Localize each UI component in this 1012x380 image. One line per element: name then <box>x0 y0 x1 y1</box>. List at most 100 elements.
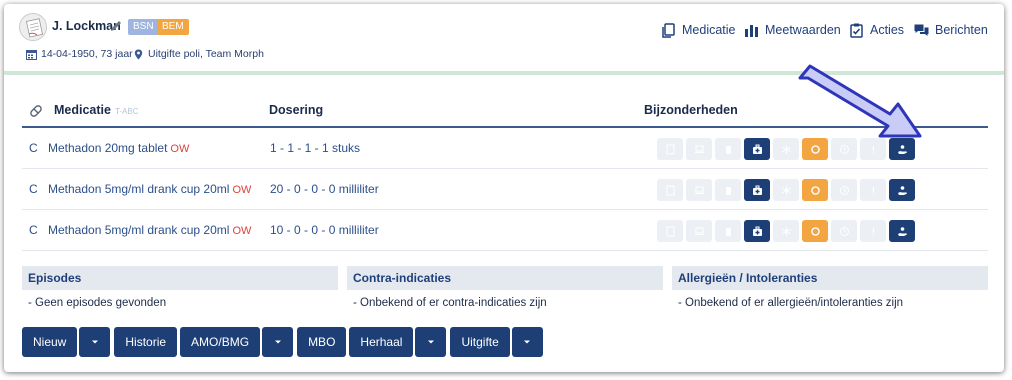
bar-chart-icon <box>745 24 758 37</box>
copy-icon <box>662 22 675 38</box>
exclamation-icon <box>872 145 874 154</box>
document-icon <box>666 185 674 195</box>
medkit-button[interactable] <box>744 220 770 242</box>
annotation-arrow <box>798 64 922 138</box>
pill-icon <box>30 105 42 117</box>
document-button[interactable] <box>657 179 683 201</box>
map-pin-icon <box>134 49 143 59</box>
document-button[interactable] <box>657 220 683 242</box>
caret-down-icon <box>427 340 434 344</box>
allergies-title: Allergieën / Intoleranties <box>672 266 988 290</box>
table-row[interactable]: C Methadon 5mg/ml drank cup 20ml OW 10 - … <box>22 210 988 251</box>
hand-holding-icon <box>897 185 907 195</box>
medication-name-link[interactable]: Methadon 5mg/ml drank cup 20ml OW <box>48 182 251 196</box>
calendar-icon <box>26 49 37 60</box>
uitgifte-button[interactable]: Uitgifte <box>450 327 510 357</box>
exclamation-icon <box>872 227 874 236</box>
clock-icon <box>839 144 849 154</box>
bin-icon <box>725 186 731 195</box>
mbo-button[interactable]: MBO <box>297 327 347 357</box>
laptop-button[interactable] <box>686 179 712 201</box>
laptop-button[interactable] <box>686 138 712 160</box>
laptop-icon <box>694 145 704 153</box>
hand-dispense-button[interactable] <box>889 179 915 201</box>
row-code: C <box>29 182 38 196</box>
circle-icon <box>810 185 820 195</box>
patient-avatar[interactable] <box>19 13 47 41</box>
medkit-icon <box>752 185 762 195</box>
circle-status-button[interactable] <box>802 220 828 242</box>
header-bijzonderheden: Bijzonderheden <box>644 103 738 117</box>
snowflake-button[interactable] <box>773 179 799 201</box>
medkit-button[interactable] <box>744 179 770 201</box>
patient-location: Uitgifte poli, Team Morph <box>133 48 264 60</box>
bin-icon <box>725 227 731 236</box>
bsn-badge: BSN <box>128 19 159 35</box>
episodes-text: - Geen episodes gevonden <box>28 297 167 309</box>
table-row[interactable]: C Methadon 5mg/ml drank cup 20ml OW 20 - … <box>22 169 988 210</box>
caret-down-icon <box>524 340 531 344</box>
avatar-document-icon <box>20 14 46 40</box>
clock-button[interactable] <box>831 179 857 201</box>
patient-dob: 14-04-1950, 73 jaar <box>26 48 133 60</box>
snowflake-icon <box>781 226 791 236</box>
laptop-button[interactable] <box>686 220 712 242</box>
circle-icon <box>810 144 820 154</box>
nieuw-dropdown-button[interactable] <box>79 327 111 357</box>
bin-icon <box>725 145 731 154</box>
nav-acties[interactable]: Acties <box>849 21 904 39</box>
nav-medicatie[interactable]: Medicatie <box>661 21 736 39</box>
hand-holding-icon <box>897 144 907 154</box>
ow-flag: OW <box>232 225 252 237</box>
herhaal-button[interactable]: Herhaal <box>349 327 414 357</box>
historie-button[interactable]: Historie <box>114 327 178 357</box>
snowflake-icon <box>781 144 791 154</box>
medication-name-link[interactable]: Methadon 20mg tablet OW <box>48 141 189 155</box>
document-icon <box>666 144 674 154</box>
bin-button[interactable] <box>715 220 741 242</box>
medkit-icon <box>752 144 762 154</box>
document-button[interactable] <box>657 138 683 160</box>
header-dosering: Dosering <box>269 103 324 117</box>
clock-icon <box>839 226 849 236</box>
nav-berichten-label: Berichten <box>935 23 988 37</box>
header-medicatie-sub: T-ABC <box>114 107 139 116</box>
contra-indications-panel: Contra-indicaties - Onbekend of er contr… <box>347 266 663 314</box>
row-dosage: 20 - 0 - 0 - 0 milliliter <box>270 182 379 196</box>
contra-indications-title: Contra-indicaties <box>347 266 663 290</box>
row-dosage: 10 - 0 - 0 - 0 milliliter <box>270 223 379 237</box>
hand-holding-icon <box>897 226 907 236</box>
circle-status-button[interactable] <box>802 179 828 201</box>
nav-meetwaarden[interactable]: Meetwaarden <box>744 21 841 39</box>
edit-pencil-icon[interactable] <box>109 19 123 33</box>
nieuw-button[interactable]: Nieuw <box>22 327 78 357</box>
herhaal-dropdown-button[interactable] <box>415 327 447 357</box>
medication-name-link[interactable]: Methadon 5mg/ml drank cup 20ml OW <box>48 223 251 237</box>
circle-icon <box>810 226 820 236</box>
allergies-text: - Onbekend of er allergieën/intolerantie… <box>678 297 904 309</box>
nav-acties-label: Acties <box>870 23 905 37</box>
medkit-icon <box>752 226 762 236</box>
bem-badge: BEM <box>157 19 189 35</box>
amo-bmg-dropdown-button[interactable] <box>262 327 294 357</box>
clock-icon <box>839 185 849 195</box>
caret-down-icon <box>274 340 281 344</box>
bin-button[interactable] <box>715 179 741 201</box>
alert-button[interactable] <box>860 220 886 242</box>
row-dosage: 1 - 1 - 1 - 1 stuks <box>270 141 361 155</box>
bin-button[interactable] <box>715 138 741 160</box>
uitgifte-dropdown-button[interactable] <box>511 327 543 357</box>
hand-dispense-button[interactable] <box>889 220 915 242</box>
chat-icon <box>914 24 929 36</box>
contra-indications-text: - Onbekend of er contra-indicaties zijn <box>353 297 547 309</box>
nav-berichten[interactable]: Berichten <box>914 21 988 39</box>
nav-medicatie-label: Medicatie <box>682 23 736 37</box>
medkit-button[interactable] <box>744 138 770 160</box>
document-icon <box>666 226 674 236</box>
ow-flag: OW <box>170 143 190 155</box>
snowflake-button[interactable] <box>773 220 799 242</box>
episodes-panel: Episodes - Geen episodes gevonden <box>22 266 338 314</box>
alert-button[interactable] <box>860 179 886 201</box>
amo-bmg-button[interactable]: AMO/BMG <box>180 327 261 357</box>
clock-button[interactable] <box>831 220 857 242</box>
